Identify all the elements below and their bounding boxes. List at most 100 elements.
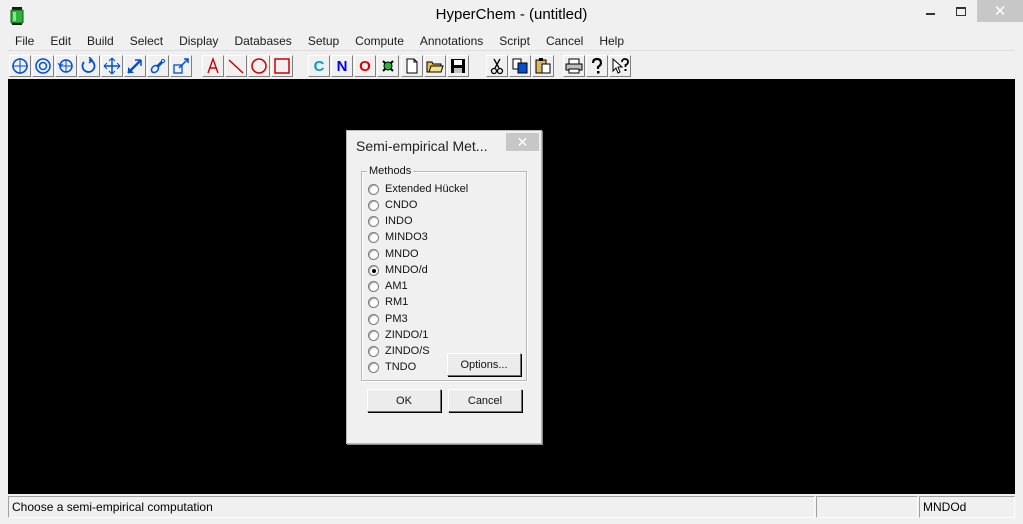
cut-button[interactable] [486, 55, 508, 77]
menu-script[interactable]: Script [491, 31, 538, 51]
zoom-tool-button[interactable] [147, 55, 169, 77]
translate-xy-icon [103, 57, 121, 75]
context-help-button[interactable] [609, 55, 631, 77]
radio-tndo[interactable]: TNDO [368, 360, 416, 374]
ellipse-annotation-button[interactable] [248, 55, 270, 77]
radio-label: MINDO3 [385, 231, 428, 243]
radio-indo[interactable]: INDO [368, 214, 413, 228]
menu-build[interactable]: Build [79, 31, 122, 51]
zoom-icon [150, 58, 166, 74]
radio-button-icon [368, 199, 379, 211]
status-pane-middle [816, 496, 918, 518]
radio-label: ZINDO/1 [385, 329, 429, 341]
select-tool-button[interactable] [32, 55, 54, 77]
open-file-button[interactable] [424, 55, 446, 77]
carbon-label: C [313, 57, 325, 75]
rotate-xy-icon [57, 59, 73, 73]
close-button[interactable]: ✕ [977, 0, 1023, 22]
menu-setup[interactable]: Setup [300, 31, 347, 51]
carbon-element-button[interactable]: C [308, 55, 330, 77]
save-disk-icon [451, 59, 465, 73]
copy-button[interactable] [509, 55, 531, 77]
select-tool-icon [35, 58, 51, 74]
menu-bar: File Edit Build Select Display Databases… [8, 31, 1015, 51]
minimize-button[interactable] [915, 0, 945, 22]
radio-label: Extended Hückel [385, 183, 469, 195]
menu-select[interactable]: Select [122, 31, 171, 51]
oxygen-label: O [359, 57, 371, 75]
line-annotation-icon [228, 59, 244, 74]
radio-rm1[interactable]: RM1 [368, 295, 408, 309]
printer-icon [565, 58, 583, 74]
help-button[interactable] [586, 55, 608, 77]
radio-extended-huckel[interactable]: Extended Hückel [368, 182, 468, 196]
nitrogen-element-button[interactable]: N [331, 55, 353, 77]
maximize-icon [956, 6, 966, 16]
oxygen-element-button[interactable]: O [354, 55, 376, 77]
print-button[interactable] [563, 55, 585, 77]
element-table-button[interactable] [377, 55, 399, 77]
menu-compute[interactable]: Compute [347, 31, 412, 51]
rectangle-annotation-button[interactable] [271, 55, 293, 77]
status-method: MNDOd [919, 496, 1015, 518]
rotate-z-icon [81, 57, 96, 73]
options-button[interactable]: Options... [447, 353, 521, 376]
ellipse-annotation-icon [251, 58, 267, 74]
open-folder-icon [426, 61, 444, 73]
menu-help[interactable]: Help [591, 31, 632, 51]
radio-label: MNDO [385, 248, 419, 260]
text-annotation-button[interactable] [202, 55, 224, 77]
radio-zindo-1[interactable]: ZINDO/1 [368, 328, 428, 342]
draw-tool-button[interactable] [9, 55, 31, 77]
semi-empirical-method-dialog: Semi-empirical Met... ✕ Methods Extended… [346, 130, 542, 444]
text-annotation-icon [207, 57, 219, 74]
molecule-icon [382, 60, 394, 72]
translate-xy-tool-button[interactable] [101, 55, 123, 77]
radio-cndo[interactable]: CNDO [368, 198, 417, 212]
ok-button[interactable]: OK [367, 389, 441, 412]
rotate-z-tool-button[interactable] [78, 55, 100, 77]
toolbar: C N O [8, 54, 1015, 78]
new-file-button[interactable] [401, 55, 423, 77]
maximize-button[interactable] [946, 0, 976, 22]
title-bar: HyperChem - (untitled) ✕ [0, 0, 1023, 31]
clip-tool-button[interactable] [170, 55, 192, 77]
menu-file[interactable]: File [8, 31, 42, 51]
status-message: Choose a semi-empirical computation [8, 496, 815, 518]
status-bar: Choose a semi-empirical computation MNDO… [8, 496, 1015, 518]
menu-cancel[interactable]: Cancel [538, 31, 591, 51]
menu-display[interactable]: Display [171, 31, 226, 51]
radio-label: TNDO [385, 361, 417, 373]
radio-button-icon [368, 183, 379, 195]
rectangle-annotation-icon [274, 58, 290, 74]
menu-edit[interactable]: Edit [42, 31, 79, 51]
dialog-close-button[interactable]: ✕ [506, 133, 539, 151]
radio-mindo3[interactable]: MINDO3 [368, 230, 428, 244]
radio-button-icon [368, 296, 379, 308]
radio-zindo-s[interactable]: ZINDO/S [368, 344, 430, 358]
rotate-xy-tool-button[interactable] [55, 55, 77, 77]
clip-icon [173, 58, 189, 74]
radio-mndo-d[interactable]: MNDO/d [368, 263, 428, 277]
radio-button-selected-icon [368, 264, 379, 276]
question-mark-icon [591, 57, 603, 74]
radio-pm3[interactable]: PM3 [368, 312, 408, 326]
save-file-button[interactable] [447, 55, 469, 77]
paste-clipboard-icon [535, 58, 551, 74]
radio-button-icon [368, 248, 379, 260]
radio-am1[interactable]: AM1 [368, 279, 408, 293]
minimize-icon [925, 13, 935, 15]
menu-annotations[interactable]: Annotations [412, 31, 491, 51]
radio-button-icon [368, 231, 379, 243]
translate-z-tool-button[interactable] [124, 55, 146, 77]
translate-z-icon [127, 59, 142, 74]
draw-tool-icon [12, 58, 28, 74]
copy-icon [512, 58, 528, 74]
cancel-button[interactable]: Cancel [448, 389, 522, 412]
paste-button[interactable] [532, 55, 554, 77]
radio-button-icon [368, 345, 379, 357]
menu-databases[interactable]: Databases [226, 31, 299, 51]
radio-mndo[interactable]: MNDO [368, 247, 419, 261]
line-annotation-button[interactable] [225, 55, 247, 77]
radio-button-icon [368, 313, 379, 325]
